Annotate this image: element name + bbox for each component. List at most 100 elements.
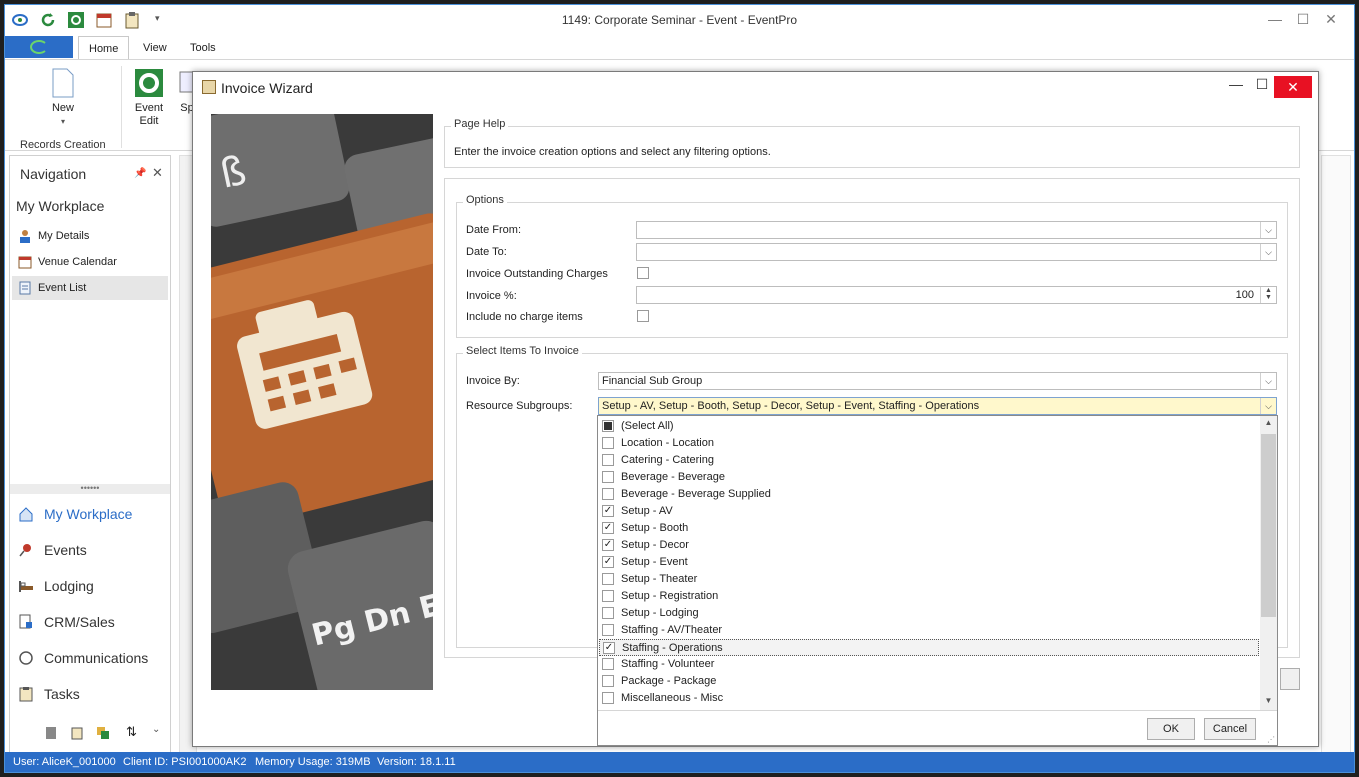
checkbox-empty-icon[interactable]: [602, 658, 614, 670]
checkbox-checked-icon[interactable]: ✓: [602, 556, 614, 568]
checkbox-empty-icon[interactable]: [602, 471, 614, 483]
close-button[interactable]: ✕: [1321, 11, 1341, 28]
dropdown-option[interactable]: Miscellaneous - Misc: [599, 690, 1259, 707]
invoice-by-select[interactable]: Financial Sub Group ⌵: [598, 372, 1277, 390]
dropdown-option[interactable]: Location - Location: [599, 435, 1259, 452]
ok-button[interactable]: OK: [1147, 718, 1195, 740]
checkbox-checked-icon[interactable]: ✓: [602, 522, 614, 534]
dropdown-option[interactable]: Package - Package: [599, 673, 1259, 690]
nav-item-label: My Details: [38, 230, 90, 242]
outstanding-charges-checkbox[interactable]: [637, 267, 649, 279]
checkbox-checked-icon[interactable]: ✓: [602, 539, 614, 551]
cancel-button[interactable]: Cancel: [1204, 718, 1256, 740]
section-label: Tasks: [44, 686, 80, 702]
pin-icon[interactable]: 📌: [134, 168, 146, 179]
splitter-handle[interactable]: ••••••: [10, 484, 170, 494]
nav-item-event-list[interactable]: Event List: [12, 276, 168, 300]
file-tab[interactable]: [5, 36, 73, 58]
chevron-down-icon[interactable]: ⌵: [1260, 373, 1276, 389]
resource-subgroups-value: Setup - AV, Setup - Booth, Setup - Decor…: [602, 400, 980, 412]
checkbox-empty-icon[interactable]: [602, 437, 614, 449]
checkbox-empty-icon[interactable]: [602, 692, 614, 704]
checkbox-indeterminate-icon[interactable]: [602, 420, 614, 432]
dropdown-option[interactable]: ✓ Setup - Decor: [599, 537, 1259, 554]
dropdown-option[interactable]: ✓ Setup - AV: [599, 503, 1259, 520]
dropdown-option[interactable]: (Select All): [599, 418, 1259, 435]
nav-item-my-details[interactable]: My Details: [12, 224, 168, 248]
ribbon-tabs: Home View Tools: [5, 36, 1354, 60]
no-charge-items-checkbox[interactable]: [637, 310, 649, 322]
section-tasks[interactable]: Tasks: [18, 684, 80, 704]
resize-grip-icon[interactable]: ⋰: [1267, 735, 1275, 744]
new-button[interactable]: New ▾: [45, 68, 81, 128]
dropdown-option[interactable]: Catering - Catering: [599, 452, 1259, 469]
dropdown-option[interactable]: Beverage - Beverage: [599, 469, 1259, 486]
invoice-percent-spinner[interactable]: 100 ▲ ▼: [636, 286, 1277, 304]
dropdown-option[interactable]: ✓ Setup - Booth: [599, 520, 1259, 537]
spinner-arrows-icon[interactable]: ▲ ▼: [1260, 287, 1276, 303]
dropdown-option-label: Setup - Event: [621, 556, 688, 568]
minimize-button[interactable]: —: [1265, 11, 1285, 27]
nav-item-venue-calendar[interactable]: Venue Calendar: [12, 250, 168, 274]
tab-home[interactable]: Home: [78, 36, 130, 60]
section-crm-sales[interactable]: CRM/Sales: [18, 612, 115, 632]
chevron-down-icon[interactable]: ⌵: [1260, 222, 1276, 238]
section-events[interactable]: Events: [18, 540, 87, 560]
list-icon: [19, 281, 31, 295]
section-label: Lodging: [44, 578, 94, 594]
checkbox-checked-icon[interactable]: ✓: [603, 642, 615, 654]
invoice-percent-label: Invoice %:: [466, 290, 517, 302]
dialog-maximize-button[interactable]: ☐: [1251, 76, 1273, 93]
maximize-button[interactable]: ☐: [1293, 11, 1313, 28]
sort-icon[interactable]: ⇅: [126, 724, 137, 740]
resource-subgroups-label: Resource Subgroups:: [466, 400, 573, 412]
event-edit-button[interactable]: Event Edit: [131, 68, 167, 128]
checkbox-empty-icon[interactable]: [602, 590, 614, 602]
dropdown-option-label: Staffing - Volunteer: [621, 658, 715, 670]
checkbox-empty-icon[interactable]: [602, 573, 614, 585]
checkbox-empty-icon[interactable]: [602, 607, 614, 619]
checkbox-checked-icon[interactable]: ✓: [602, 505, 614, 517]
dropdown-option[interactable]: Setup - Theater: [599, 571, 1259, 588]
calculator-icon[interactable]: [44, 726, 58, 740]
section-lodging[interactable]: Lodging: [18, 576, 94, 596]
scroll-down-icon[interactable]: ▼: [1260, 696, 1277, 705]
chevron-down-icon[interactable]: ⌵: [1260, 244, 1276, 260]
dropdown-option[interactable]: ✓ Setup - Event: [599, 554, 1259, 571]
gear-icon: [135, 69, 163, 97]
navigation-header: Navigation: [20, 166, 87, 182]
date-to-field[interactable]: ⌵: [636, 243, 1277, 261]
date-from-field[interactable]: ⌵: [636, 221, 1277, 239]
tab-tools[interactable]: Tools: [180, 36, 226, 60]
tab-view[interactable]: View: [133, 36, 177, 60]
section-my-workplace[interactable]: My Workplace: [18, 504, 132, 524]
dialog-close-button[interactable]: ✕: [1274, 76, 1312, 98]
dropdown-scrollbar[interactable]: ▲ ▼: [1260, 416, 1277, 710]
transfer-icon[interactable]: [96, 726, 110, 740]
dialog-minimize-button[interactable]: —: [1225, 76, 1247, 92]
dropdown-option[interactable]: Setup - Lodging: [599, 605, 1259, 622]
clipboard-icon[interactable]: [70, 726, 84, 740]
dropdown-option[interactable]: Staffing - Volunteer: [599, 656, 1259, 673]
checkbox-empty-icon[interactable]: [602, 488, 614, 500]
checkbox-empty-icon[interactable]: [602, 454, 614, 466]
checkbox-empty-icon[interactable]: [602, 675, 614, 687]
checkbox-empty-icon[interactable]: [602, 624, 614, 636]
hidden-wizard-button[interactable]: [1280, 668, 1300, 690]
scrollbar-thumb[interactable]: [1261, 434, 1276, 617]
chevron-down-icon[interactable]: ⌄: [152, 724, 160, 735]
scroll-up-icon[interactable]: ▲: [1260, 418, 1277, 427]
dropdown-option[interactable]: ✓ Staffing - Operations: [599, 639, 1259, 656]
close-icon[interactable]: ✕: [152, 165, 163, 181]
dropdown-option-label: Beverage - Beverage Supplied: [621, 488, 771, 500]
dropdown-option-label: Miscellaneous - Misc: [621, 692, 724, 704]
section-communications[interactable]: Communications: [18, 648, 148, 668]
chevron-down-icon[interactable]: ⌵: [1260, 398, 1276, 414]
resource-subgroups-select[interactable]: Setup - AV, Setup - Booth, Setup - Decor…: [598, 397, 1277, 415]
dropdown-option[interactable]: Setup - Registration: [599, 588, 1259, 605]
dropdown-footer-divider: [598, 710, 1277, 711]
window-title: 1149: Corporate Seminar - Event - EventP…: [561, 13, 798, 27]
invoice-percent-value: 100: [1235, 289, 1254, 301]
dropdown-option[interactable]: Beverage - Beverage Supplied: [599, 486, 1259, 503]
dropdown-option[interactable]: Staffing - AV/Theater: [599, 622, 1259, 639]
